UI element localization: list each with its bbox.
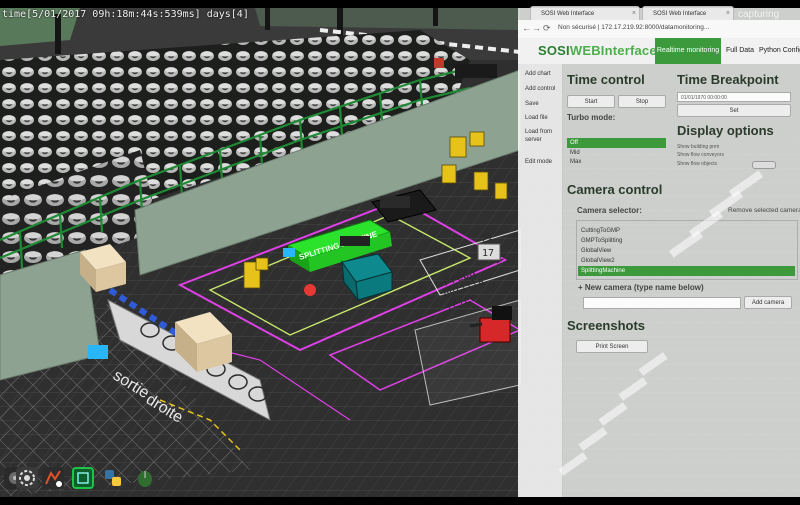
breakpoint-input[interactable]: 01/01/1970 00:00:00: [677, 92, 791, 102]
red-marker: [434, 58, 444, 68]
time-control-title: Time control: [567, 72, 645, 87]
forward-icon[interactable]: →: [532, 23, 541, 33]
bottom-letterbox: [0, 497, 800, 505]
app-header: SOSIWEBInterface Realtime monitoring Ful…: [518, 38, 800, 64]
chip-icon[interactable]: [72, 467, 94, 489]
close-icon[interactable]: ×: [726, 7, 730, 20]
add-control-button[interactable]: Add control: [525, 85, 561, 93]
time-breakpoint-title: Time Breakpoint: [677, 72, 779, 87]
tab-label: SOSI Web Interface: [653, 11, 707, 17]
url-text: Non sécurisé | 172.17.219.92:8000/datamo…: [558, 24, 710, 31]
mouse-icon[interactable]: [134, 467, 156, 489]
app-title: SOSIWEBInterface: [538, 43, 657, 58]
simulation-time-readout: time[5/01/2017 09h:18m:44s:539ms] days[4…: [2, 9, 249, 20]
blue-tile: [283, 248, 295, 257]
add-chart-button[interactable]: Add chart: [525, 70, 561, 78]
app-title-sosi: SOSI: [538, 43, 570, 58]
red-disc: [304, 284, 316, 296]
tab-full-data[interactable]: Full Data: [723, 38, 757, 64]
browser-tab[interactable]: SOSI Web Interface ×: [530, 6, 640, 20]
gear-icon[interactable]: [16, 467, 38, 489]
tab-realtime-monitoring[interactable]: Realtime monitoring: [655, 38, 721, 64]
load-file-button[interactable]: Load file: [525, 114, 561, 122]
tab-label: SOSI Web Interface: [541, 11, 595, 17]
reload-icon[interactable]: ⟳: [543, 23, 551, 34]
set-breakpoint-button[interactable]: Set: [677, 104, 791, 117]
svg-text:17: 17: [482, 248, 494, 259]
display-options-title: Display options: [677, 123, 774, 138]
save-button[interactable]: Save: [525, 100, 561, 108]
back-icon[interactable]: ←: [522, 23, 531, 33]
start-button[interactable]: Start: [567, 95, 615, 108]
blue-tile-2: [88, 345, 108, 359]
stop-button[interactable]: Stop: [618, 95, 666, 108]
browser-tab[interactable]: SOSI Web Interface ×: [642, 6, 734, 20]
crosswalk-through-overlay: [558, 170, 764, 476]
address-bar[interactable]: ← → ⟳ Non sécurisé | 172.17.219.92:8000/…: [518, 20, 800, 39]
tab-python-config[interactable]: Python Config: [758, 38, 800, 64]
dark-block: [455, 64, 497, 78]
app-title-web: WEBInterface: [569, 43, 657, 58]
matlab-icon[interactable]: [42, 467, 64, 489]
close-icon[interactable]: ×: [632, 7, 636, 20]
python-icon[interactable]: [102, 467, 124, 489]
turbo-mode-title: Turbo mode:: [567, 113, 616, 122]
